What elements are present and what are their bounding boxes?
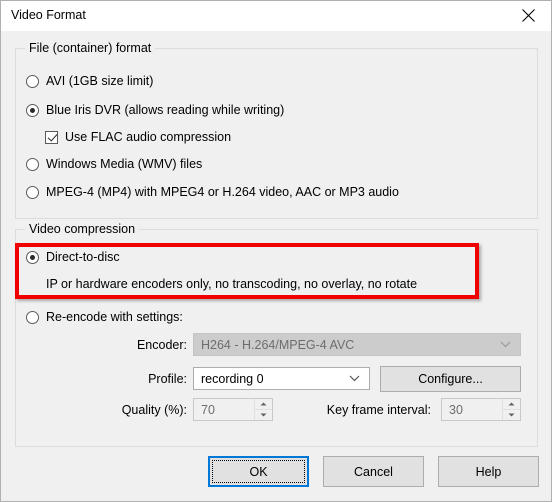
radio-blue-iris-dvr-label: Blue Iris DVR (allows reading while writ… bbox=[46, 103, 285, 117]
checkbox-use-flac-label: Use FLAC audio compression bbox=[65, 130, 232, 144]
radio-mpeg4-mp4-label: MPEG-4 (MP4) with MPEG4 or H.264 video, … bbox=[46, 185, 399, 199]
quality-stepper[interactable]: 70 bbox=[193, 398, 273, 421]
profile-label: Profile: bbox=[148, 372, 187, 386]
radio-re-encode-with-settings[interactable]: Re-encode with settings: bbox=[26, 310, 183, 324]
configure-button-label: Configure... bbox=[418, 372, 483, 386]
radio-avi[interactable]: AVI (1GB size limit) bbox=[26, 74, 153, 88]
radio-re-encode-indicator bbox=[26, 310, 39, 324]
radio-avi-indicator bbox=[26, 74, 39, 88]
file-container-format-title: File (container) format bbox=[25, 41, 156, 55]
chevron-down-icon bbox=[499, 339, 511, 351]
checkbox-use-flac-audio-compression[interactable]: Use FLAC audio compression bbox=[45, 130, 231, 144]
radio-windows-media-wmv-label: Windows Media (WMV) files bbox=[46, 157, 203, 171]
key-frame-interval-stepper[interactable]: 30 bbox=[441, 398, 521, 421]
key-frame-interval-label: Key frame interval: bbox=[326, 403, 431, 417]
direct-to-disc-description: IP or hardware encoders only, no transco… bbox=[46, 277, 418, 291]
radio-mpeg4-mp4[interactable]: MPEG-4 (MP4) with MPEG4 or H.264 video, … bbox=[26, 185, 399, 199]
close-icon[interactable] bbox=[505, 1, 551, 30]
radio-re-encode-label: Re-encode with settings: bbox=[46, 310, 183, 324]
ok-button[interactable]: OK bbox=[208, 456, 309, 487]
help-button-label: Help bbox=[475, 464, 502, 479]
window-title: Video Format bbox=[11, 8, 86, 22]
chevron-down-icon bbox=[348, 373, 360, 385]
encoder-combobox[interactable]: H264 - H.264/MPEG-4 AVC bbox=[193, 333, 521, 356]
title-bar: Video Format bbox=[1, 1, 551, 32]
quality-value: 70 bbox=[201, 402, 215, 417]
spinner-down-icon[interactable] bbox=[255, 410, 272, 420]
cancel-button-label: Cancel bbox=[354, 464, 393, 479]
dialog-body: File (container) format AVI (1GB size li… bbox=[1, 31, 551, 501]
spinner-up-icon[interactable] bbox=[503, 399, 520, 410]
quality-label: Quality (%): bbox=[121, 403, 187, 417]
radio-avi-label: AVI (1GB size limit) bbox=[46, 74, 154, 88]
quality-spin-buttons[interactable] bbox=[254, 399, 272, 420]
radio-mpeg4-mp4-indicator bbox=[26, 185, 39, 199]
help-button[interactable]: Help bbox=[438, 456, 539, 487]
radio-blue-iris-dvr[interactable]: Blue Iris DVR (allows reading while writ… bbox=[26, 103, 284, 117]
encoder-label: Encoder: bbox=[136, 338, 187, 352]
ok-button-label: OK bbox=[249, 464, 268, 479]
cancel-button[interactable]: Cancel bbox=[323, 456, 424, 487]
key-frame-interval-spin-buttons[interactable] bbox=[502, 399, 520, 420]
key-frame-interval-value: 30 bbox=[449, 402, 463, 417]
radio-blue-iris-dvr-indicator bbox=[26, 103, 39, 117]
video-compression-title: Video compression bbox=[25, 222, 140, 236]
configure-button[interactable]: Configure... bbox=[380, 366, 521, 392]
radio-windows-media-wmv[interactable]: Windows Media (WMV) files bbox=[26, 157, 202, 171]
profile-combobox[interactable]: recording 0 bbox=[193, 367, 370, 390]
radio-direct-to-disc[interactable]: Direct-to-disc bbox=[26, 250, 120, 264]
profile-value: recording 0 bbox=[201, 371, 264, 386]
radio-direct-to-disc-label: Direct-to-disc bbox=[46, 250, 120, 264]
spinner-up-icon[interactable] bbox=[255, 399, 272, 410]
encoder-value: H264 - H.264/MPEG-4 AVC bbox=[201, 337, 355, 352]
radio-direct-to-disc-indicator bbox=[26, 250, 39, 264]
video-format-dialog: Video Format File (container) format AVI… bbox=[0, 0, 552, 502]
checkbox-use-flac-indicator bbox=[45, 130, 58, 144]
spinner-down-icon[interactable] bbox=[503, 410, 520, 420]
radio-windows-media-wmv-indicator bbox=[26, 157, 39, 171]
